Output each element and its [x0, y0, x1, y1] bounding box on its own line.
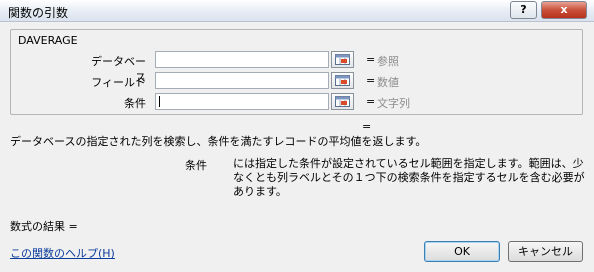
ref-button-field[interactable] [331, 72, 354, 89]
function-result-equals: = [362, 120, 372, 133]
help-button[interactable]: ? [510, 1, 537, 19]
active-argument-description: には指定した条件が設定されているセル範囲を指定します。範囲は、少なくとも列ラベル… [233, 157, 585, 198]
title-bar: 関数の引数 ? x [0, 0, 594, 22]
collapse-dialog-icon [335, 54, 350, 65]
collapse-dialog-icon [335, 96, 350, 107]
arg-input-database[interactable] [155, 51, 329, 68]
cancel-button[interactable]: キャンセル [508, 241, 583, 262]
formula-result: 数式の結果 = [10, 220, 78, 233]
ref-button-criteria[interactable] [331, 93, 354, 110]
arg-result-criteria: 文字列 [377, 97, 410, 110]
arg-equals-criteria: = [366, 95, 376, 108]
arg-input-field[interactable] [155, 72, 329, 89]
function-description: データベースの指定された列を検索し、条件を満たすレコードの平均値を返します。 [10, 135, 427, 148]
text-caret [159, 96, 160, 107]
ok-button[interactable]: OK [424, 241, 500, 262]
arg-equals-database: = [366, 53, 376, 66]
ref-button-database[interactable] [331, 51, 354, 68]
arg-label-criteria: 条件 [124, 97, 146, 110]
arg-result-field: 数値 [377, 76, 399, 89]
arg-label-field: フィールド [91, 76, 146, 89]
arg-equals-field: = [366, 74, 376, 87]
arg-input-criteria[interactable] [155, 93, 329, 110]
window-title: 関数の引数 [8, 6, 69, 20]
close-icon: x [560, 3, 568, 16]
function-help-link[interactable]: この関数のヘルプ(H) [10, 245, 115, 261]
close-button[interactable]: x [541, 1, 587, 19]
active-argument-name: 条件 [185, 159, 207, 172]
arg-result-database: 参照 [377, 55, 399, 68]
function-name: DAVERAGE [18, 34, 78, 47]
collapse-dialog-icon [335, 75, 350, 86]
